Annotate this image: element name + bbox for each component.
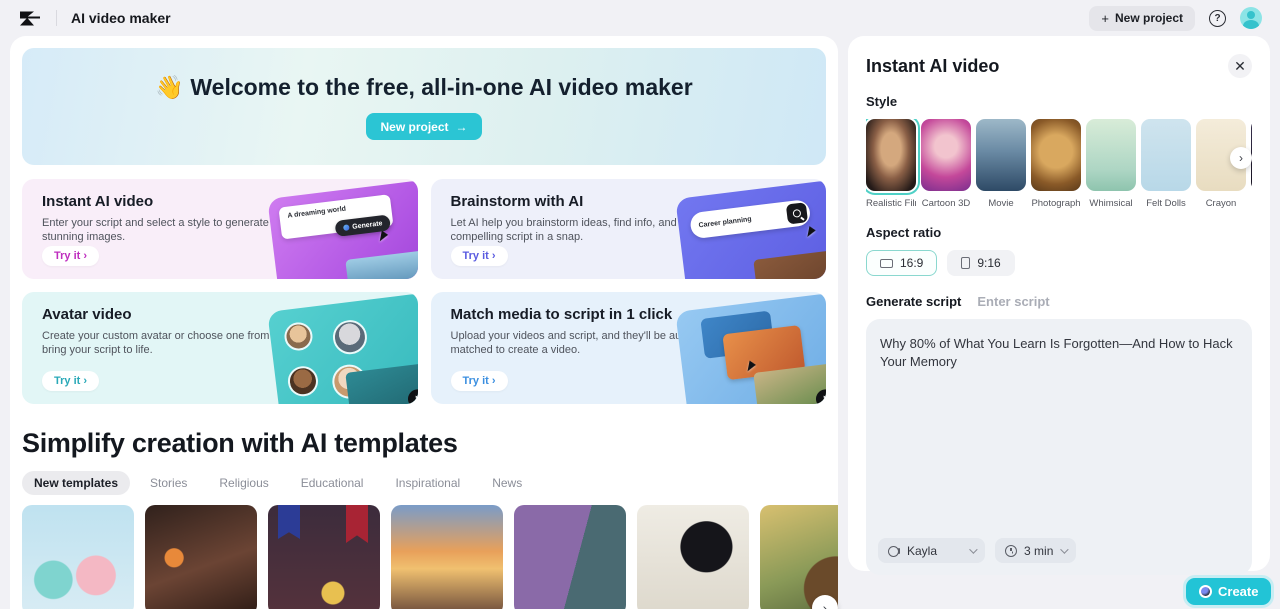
- illustration-video-frame: [344, 248, 418, 279]
- play-icon: [406, 388, 418, 404]
- tab-enter-script[interactable]: Enter script: [977, 294, 1049, 309]
- voice-icon: [888, 545, 900, 557]
- feature-cards: Instant AI video Enter your script and s…: [22, 179, 826, 404]
- card-instant-ai-video[interactable]: Instant AI video Enter your script and s…: [22, 179, 418, 279]
- templates-section-title: Simplify creation with AI templates: [22, 428, 458, 458]
- landscape-ratio-icon: [880, 258, 893, 268]
- card-avatar-video[interactable]: Avatar video Create your custom avatar o…: [22, 292, 418, 404]
- avatar-thumbnail: [285, 364, 320, 398]
- style-label: Style: [866, 94, 898, 109]
- style-thumbnail: [1031, 119, 1081, 191]
- banner-new-project-button[interactable]: New project →: [366, 113, 482, 140]
- page-title: AI video maker: [71, 10, 171, 26]
- aspect-ratio-options: 16:9 9:16: [866, 250, 1252, 276]
- style-thumbnail: [1141, 119, 1191, 191]
- style-option-felt-dolls[interactable]: Felt Dolls: [1141, 119, 1191, 209]
- script-mode-tabs: Generate script Enter script: [866, 294, 1252, 309]
- close-icon[interactable]: ✕: [1228, 54, 1252, 78]
- styles-next-button[interactable]: ›: [1230, 147, 1252, 169]
- style-option-partial[interactable]: Lo: [1251, 119, 1252, 209]
- clock-icon: [1005, 544, 1018, 557]
- tab-stories[interactable]: Stories: [138, 471, 199, 495]
- style-option-realistic-film[interactable]: Realistic Film: [866, 119, 916, 209]
- duration-select[interactable]: 3 min: [995, 538, 1077, 563]
- template-thumbnail[interactable]: [760, 505, 838, 609]
- cursor-icon: [807, 226, 817, 239]
- instant-ai-video-panel: Instant AI video ✕ Style Realistic Film …: [848, 36, 1270, 575]
- try-it-button[interactable]: Try it ›: [450, 246, 508, 266]
- tab-new-templates[interactable]: New templates: [22, 471, 131, 495]
- card-match-media[interactable]: Match media to script in 1 click Upload …: [430, 292, 826, 404]
- new-project-label: New project: [1114, 11, 1183, 25]
- welcome-banner: 👋 Welcome to the free, all-in-one AI vid…: [22, 48, 826, 165]
- topbar: AI video maker + New project ?: [0, 0, 1280, 36]
- banner-title: 👋 Welcome to the free, all-in-one AI vid…: [155, 74, 693, 100]
- aspect-option-9-16[interactable]: 9:16: [947, 250, 1015, 276]
- plus-icon: +: [1101, 10, 1109, 26]
- aspect-ratio-label: Aspect ratio: [866, 225, 942, 240]
- play-icon: [814, 275, 826, 279]
- script-text: Why 80% of What You Learn Is Forgotten—A…: [880, 336, 1233, 369]
- template-thumbnail[interactable]: [514, 505, 626, 609]
- aspect-option-16-9[interactable]: 16:9: [866, 250, 938, 276]
- script-controls: Kayla 3 min: [878, 538, 1077, 563]
- play-icon: [406, 275, 418, 279]
- style-option-whimsical[interactable]: Whimsical: [1086, 119, 1136, 209]
- tab-educational[interactable]: Educational: [289, 471, 376, 495]
- style-thumbnail: [921, 119, 971, 191]
- tab-religious[interactable]: Religious: [207, 471, 280, 495]
- voice-select[interactable]: Kayla: [878, 538, 986, 563]
- arrow-right-icon: →: [455, 119, 468, 134]
- template-thumbnail[interactable]: [145, 505, 257, 609]
- tab-generate-script[interactable]: Generate script: [866, 294, 961, 309]
- avatar-thumbnail: [282, 320, 314, 353]
- chevron-down-icon: [969, 544, 978, 554]
- template-category-tabs: New templates Stories Religious Educatio…: [22, 471, 826, 495]
- avatar-video-illustration: Silicon is: [266, 292, 418, 404]
- chevron-down-icon: [1060, 544, 1070, 554]
- style-thumbnail: [1086, 119, 1136, 191]
- style-option-photograph[interactable]: Photograph: [1031, 119, 1081, 209]
- cursor-icon: [379, 230, 389, 243]
- card-brainstorm-with-ai[interactable]: Brainstorm with AI Let AI help you brain…: [430, 179, 826, 279]
- chevron-right-icon: ›: [1239, 151, 1243, 165]
- topbar-divider: [56, 10, 57, 26]
- illustration-video-frame: There are: [753, 248, 826, 279]
- style-thumbnail: [866, 119, 916, 191]
- play-icon: [814, 388, 826, 404]
- try-it-button[interactable]: Try it ›: [450, 371, 508, 391]
- style-option-movie[interactable]: Movie: [976, 119, 1026, 209]
- style-carousel: Realistic Film Cartoon 3D Movie Photogra…: [866, 119, 1252, 209]
- template-thumbnail[interactable]: [22, 505, 134, 609]
- template-thumbnail[interactable]: [391, 505, 503, 609]
- try-it-button[interactable]: Try it ›: [42, 371, 100, 391]
- template-thumbnail[interactable]: [637, 505, 749, 609]
- new-project-button[interactable]: + New project: [1089, 5, 1195, 31]
- avatar[interactable]: [1240, 7, 1262, 29]
- illustration-search-box: Career planning: [689, 198, 812, 240]
- tab-news[interactable]: News: [480, 471, 534, 495]
- search-icon: [785, 202, 809, 225]
- create-button[interactable]: Create: [1186, 578, 1272, 605]
- sparkle-icon: [342, 224, 350, 231]
- avatar-thumbnail: [330, 318, 369, 357]
- template-thumbnail[interactable]: [268, 505, 380, 609]
- credit-icon: [1199, 585, 1212, 598]
- script-input[interactable]: Why 80% of What You Learn Is Forgotten—A…: [866, 319, 1252, 575]
- match-media-illustration: This is the: [675, 292, 826, 404]
- template-thumbnails: [22, 505, 838, 609]
- chevron-right-icon: ›: [822, 600, 828, 609]
- main-content: 👋 Welcome to the free, all-in-one AI vid…: [10, 36, 838, 609]
- portrait-ratio-icon: [961, 257, 971, 269]
- style-thumbnail: [976, 119, 1026, 191]
- style-option-cartoon-3d[interactable]: Cartoon 3D: [921, 119, 971, 209]
- help-icon[interactable]: ?: [1209, 9, 1226, 27]
- tab-inspirational[interactable]: Inspirational: [383, 471, 472, 495]
- capcut-logo-icon[interactable]: [18, 10, 42, 27]
- try-it-button[interactable]: Try it ›: [42, 246, 100, 266]
- panel-title: Instant AI video: [866, 55, 1000, 76]
